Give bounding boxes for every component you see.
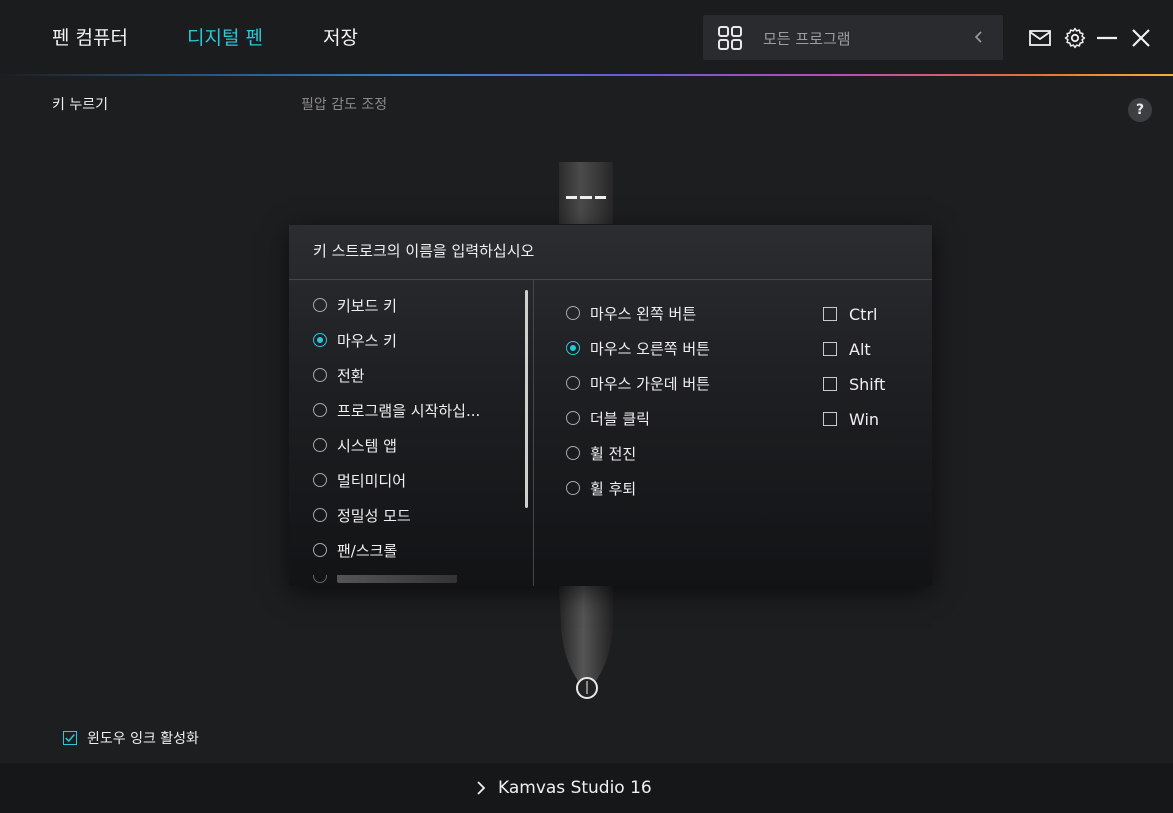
category-pan-scroll[interactable]: 팬/스크롤 — [313, 539, 397, 561]
footer-bar: Kamvas Studio 16 — [0, 763, 1173, 813]
wheel-backward-option[interactable]: 휠 후퇴 — [566, 477, 636, 499]
double-click-option[interactable]: 더블 클릭 — [566, 407, 650, 429]
checkmark-icon — [65, 734, 75, 743]
radio-button[interactable] — [566, 411, 580, 425]
radio-button[interactable] — [313, 298, 327, 312]
category-multimedia[interactable]: 멀티미디어 — [313, 469, 406, 491]
modifier-label: Win — [849, 409, 880, 429]
pen-tip-graphic — [559, 586, 613, 699]
category-label: 팬/스크롤 — [337, 541, 398, 560]
radio-button[interactable] — [313, 368, 327, 382]
radio-button-selected[interactable] — [313, 333, 327, 347]
modifier-label: Alt — [849, 339, 871, 359]
settings-gear-icon[interactable] — [1063, 26, 1087, 50]
radio-button[interactable] — [313, 543, 327, 557]
dialog-title: 키 스트로크의 이름을 입력하십시오 — [313, 242, 535, 260]
top-bar: 펜 컴퓨터 디지털 펜 저장 모든 프로그램 — [0, 0, 1173, 74]
chevron-right-icon — [477, 781, 486, 795]
checkbox[interactable] — [823, 412, 837, 426]
checkbox[interactable] — [823, 307, 837, 321]
mouse-option-label: 마우스 왼쪽 버튼 — [590, 304, 697, 323]
radio-button-selected[interactable] — [566, 341, 580, 355]
minimize-icon[interactable] — [1095, 26, 1119, 50]
modifier-label: Ctrl — [849, 304, 878, 324]
close-icon[interactable] — [1129, 26, 1153, 50]
modifier-ctrl[interactable]: Ctrl — [823, 303, 877, 325]
pen-body-top — [559, 162, 613, 224]
mouse-option-label: 휠 전진 — [590, 444, 637, 463]
checkbox[interactable] — [823, 377, 837, 391]
windows-ink-label: 윈도우 잉크 활성화 — [87, 731, 199, 747]
radio-button[interactable] — [313, 473, 327, 487]
checkbox[interactable] — [823, 342, 837, 356]
radio-button[interactable] — [566, 446, 580, 460]
dialog-divider — [289, 279, 932, 280]
wheel-forward-option[interactable]: 휠 전진 — [566, 442, 636, 464]
category-label: 전환 — [337, 366, 365, 385]
partially-visible-list-item — [313, 575, 513, 586]
mail-icon[interactable] — [1028, 26, 1052, 50]
program-selector-label: 모든 프로그램 — [763, 30, 851, 48]
windows-ink-toggle[interactable]: 윈도우 잉크 활성화 — [63, 728, 199, 748]
pen-button-mark — [580, 196, 592, 199]
device-name: Kamvas Studio 16 — [498, 778, 652, 798]
pen-button-mark — [566, 196, 577, 199]
help-icon[interactable]: ? — [1128, 98, 1152, 122]
category-scrollbar[interactable] — [525, 290, 528, 508]
category-keyboard-key[interactable]: 키보드 키 — [313, 294, 397, 316]
modifier-label: Shift — [849, 374, 886, 394]
radio-button[interactable] — [313, 438, 327, 452]
subtab-pressure-sensitivity[interactable]: 필압 감도 조정 — [301, 94, 387, 114]
header-accent-line — [0, 74, 1173, 76]
category-mouse-key[interactable]: 마우스 키 — [313, 329, 397, 351]
pen-button-mark — [595, 196, 606, 199]
mouse-option-label: 마우스 가운데 버튼 — [590, 374, 710, 393]
category-label: 프로그램을 시작하십... — [337, 401, 481, 420]
modifier-shift[interactable]: Shift — [823, 373, 885, 395]
category-precision-mode[interactable]: 정밀성 모드 — [313, 504, 411, 526]
category-switch[interactable]: 전환 — [313, 364, 365, 386]
mouse-left-button-option[interactable]: 마우스 왼쪽 버튼 — [566, 302, 696, 324]
tab-pen-computer[interactable]: 펜 컴퓨터 — [52, 26, 128, 50]
subtab-key-press[interactable]: 키 누르기 — [52, 94, 108, 114]
category-label: 정밀성 모드 — [337, 506, 411, 525]
category-system-app[interactable]: 시스템 앱 — [313, 434, 397, 456]
tab-storage[interactable]: 저장 — [323, 26, 358, 50]
radio-button[interactable] — [313, 508, 327, 522]
mouse-right-button-option[interactable]: 마우스 오른쪽 버튼 — [566, 337, 710, 359]
program-selector[interactable]: 모든 프로그램 — [703, 15, 1003, 60]
windows-ink-checkbox[interactable] — [63, 731, 77, 745]
modifier-alt[interactable]: Alt — [823, 338, 871, 360]
mouse-option-label: 마우스 오른쪽 버튼 — [590, 339, 710, 358]
app-grid-icon — [718, 26, 742, 50]
column-divider — [533, 280, 534, 586]
modifier-win[interactable]: Win — [823, 408, 879, 430]
radio-button[interactable] — [566, 376, 580, 390]
category-label: 키보드 키 — [337, 296, 397, 315]
mouse-option-label: 휠 후퇴 — [590, 479, 637, 498]
radio-button[interactable] — [566, 481, 580, 495]
category-label: 시스템 앱 — [337, 436, 397, 455]
radio-button[interactable] — [566, 306, 580, 320]
category-label: 멀티미디어 — [337, 471, 407, 490]
tab-digital-pen[interactable]: 디지털 펜 — [187, 26, 263, 50]
category-launch-program[interactable]: 프로그램을 시작하십... — [313, 399, 480, 421]
keystroke-dialog: 키 스트로크의 이름을 입력하십시오 키보드 키 마우스 키 전환 프로그램을 … — [289, 225, 932, 586]
mouse-option-label: 더블 클릭 — [590, 409, 650, 428]
mouse-middle-button-option[interactable]: 마우스 가운데 버튼 — [566, 372, 710, 394]
device-selector[interactable]: Kamvas Studio 16 — [474, 778, 652, 798]
category-label: 마우스 키 — [337, 331, 397, 350]
chevron-left-icon[interactable] — [969, 27, 989, 47]
radio-button[interactable] — [313, 403, 327, 417]
